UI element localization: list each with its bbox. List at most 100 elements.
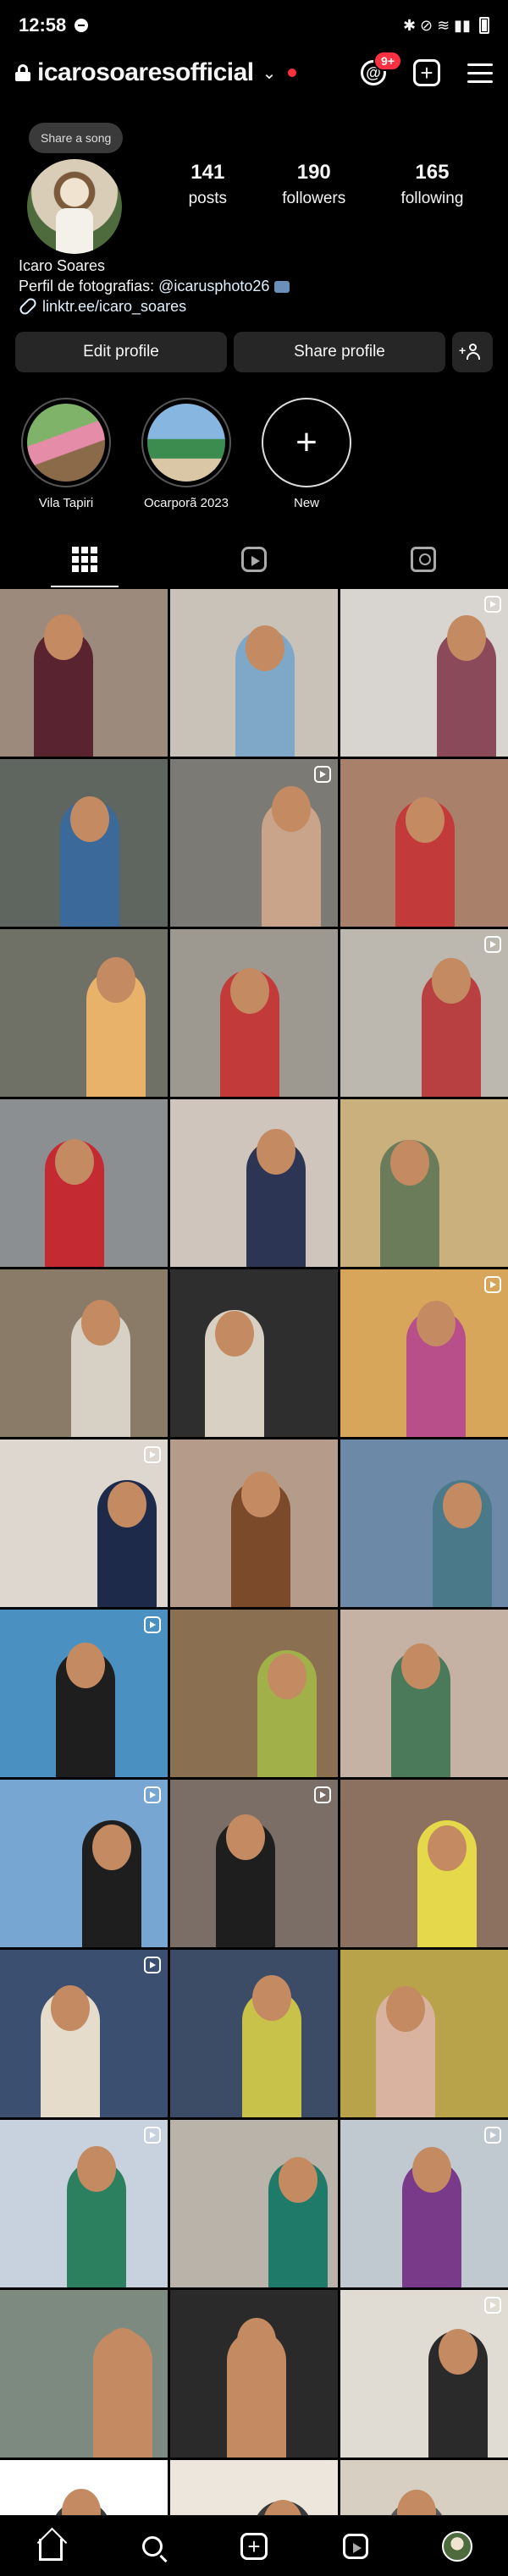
chevron-down-icon[interactable]: ⌄	[262, 63, 277, 84]
new-highlight-button[interactable]: + New	[259, 398, 354, 510]
reel-indicator-icon	[144, 1446, 161, 1463]
reel-indicator-icon	[144, 1616, 161, 1633]
grid-post[interactable]	[0, 1610, 168, 1777]
profile-header: icarosoaresofficial ⌄ @ 9+ +	[0, 51, 508, 95]
bio-link[interactable]: linktr.ee/icaro_soares	[17, 295, 290, 317]
post-subject-face	[55, 1139, 94, 1185]
grid-post[interactable]	[170, 929, 338, 1097]
stat-posts[interactable]: 141 posts	[189, 161, 227, 208]
grid-post[interactable]	[340, 1439, 508, 1607]
post-subject-face	[237, 2318, 276, 2364]
grid-post[interactable]	[170, 759, 338, 927]
post-subject-face	[412, 2147, 451, 2193]
post-subject-face	[447, 615, 486, 661]
highlight-item[interactable]: Vila Tapiri	[19, 398, 113, 510]
grid-post[interactable]	[170, 589, 338, 757]
stat-label: following	[400, 190, 464, 207]
post-subject-face	[386, 1986, 425, 2032]
menu-icon[interactable]	[467, 63, 493, 83]
grid-post[interactable]	[340, 1269, 508, 1437]
tagged-icon	[411, 547, 436, 572]
stat-followers[interactable]: 190 followers	[282, 161, 345, 208]
grid-post[interactable]	[340, 589, 508, 757]
highlight-label: New	[293, 496, 319, 510]
grid-post[interactable]	[170, 1610, 338, 1777]
highlight-item[interactable]: Ocarporã 2023	[139, 398, 234, 510]
share-song-bubble[interactable]: Share a song	[29, 123, 124, 153]
stat-value: 190	[296, 161, 331, 184]
home-icon	[39, 2538, 63, 2561]
nav-create[interactable]: +	[237, 2529, 271, 2563]
discover-people-button[interactable]: +	[452, 332, 493, 372]
reel-indicator-icon	[484, 2127, 501, 2144]
nav-reels[interactable]	[339, 2529, 373, 2563]
reel-indicator-icon	[484, 936, 501, 953]
post-subject-face	[81, 1300, 120, 1346]
post-subject-face	[44, 614, 83, 660]
post-subject-face	[97, 957, 135, 1003]
post-subject-face	[241, 1472, 280, 1517]
grid-post[interactable]	[0, 759, 168, 927]
grid-post[interactable]	[170, 2120, 338, 2287]
post-subject-face	[77, 2146, 116, 2192]
post-subject-face	[252, 1975, 291, 2021]
post-subject-face	[92, 1825, 131, 1870]
profile-stats: 141 posts 190 followers 165 following	[161, 161, 491, 208]
grid-post[interactable]	[340, 1780, 508, 1947]
grid-post[interactable]	[0, 2120, 168, 2287]
bio-mention-link[interactable]: @icarusphoto26	[158, 278, 269, 294]
grid-post[interactable]	[340, 759, 508, 927]
tab-reels[interactable]	[169, 531, 339, 587]
post-subject-face	[257, 1129, 295, 1175]
bio-link-text[interactable]: linktr.ee/icaro_soares	[42, 296, 186, 316]
grid-post[interactable]	[170, 1269, 338, 1437]
grid-post[interactable]	[0, 1780, 168, 1947]
grid-post[interactable]	[170, 1439, 338, 1607]
post-subject-face	[51, 1985, 90, 2031]
grid-post[interactable]	[170, 1780, 338, 1947]
grid-post[interactable]	[170, 2290, 338, 2458]
grid-post[interactable]	[170, 1099, 338, 1267]
battery-icon	[479, 17, 489, 34]
stat-following[interactable]: 165 following	[400, 161, 463, 208]
highlight-cover	[147, 404, 225, 482]
stat-label: followers	[282, 190, 346, 207]
grid-post[interactable]	[170, 1950, 338, 2117]
grid-post[interactable]	[340, 2290, 508, 2458]
nav-profile[interactable]	[440, 2529, 474, 2563]
grid-icon	[72, 547, 97, 572]
unread-dot	[288, 69, 297, 77]
grid-post[interactable]	[340, 1950, 508, 2117]
reel-indicator-icon	[144, 1957, 161, 1973]
nav-home[interactable]	[34, 2529, 68, 2563]
post-subject-face	[215, 1311, 254, 1357]
create-post-button[interactable]: +	[413, 59, 440, 86]
link-icon	[17, 295, 39, 317]
notification-badge: 9+	[373, 51, 402, 71]
tab-posts[interactable]	[0, 531, 169, 587]
threads-icon[interactable]: @ 9+	[361, 51, 402, 85]
grid-post[interactable]	[0, 1269, 168, 1437]
reels-icon	[241, 547, 267, 572]
reel-indicator-icon	[484, 1276, 501, 1293]
grid-post[interactable]	[0, 1950, 168, 2117]
story-highlights: Vila Tapiri Ocarporã 2023 + New	[19, 398, 354, 510]
posts-grid	[0, 589, 508, 2576]
profile-avatar[interactable]	[27, 159, 122, 254]
reel-indicator-icon	[314, 766, 331, 783]
nav-search[interactable]	[135, 2529, 169, 2563]
grid-post[interactable]	[0, 1439, 168, 1607]
grid-post[interactable]	[340, 1610, 508, 1777]
stat-value: 165	[415, 161, 450, 184]
edit-profile-button[interactable]: Edit profile	[15, 332, 227, 372]
grid-post[interactable]	[0, 929, 168, 1097]
share-profile-button[interactable]: Share profile	[234, 332, 445, 372]
account-switcher[interactable]: icarosoaresofficial	[37, 58, 254, 87]
grid-post[interactable]	[0, 1099, 168, 1267]
grid-post[interactable]	[0, 2290, 168, 2458]
grid-post[interactable]	[0, 589, 168, 757]
grid-post[interactable]	[340, 929, 508, 1097]
grid-post[interactable]	[340, 1099, 508, 1267]
tab-tagged[interactable]	[339, 531, 508, 587]
grid-post[interactable]	[340, 2120, 508, 2287]
